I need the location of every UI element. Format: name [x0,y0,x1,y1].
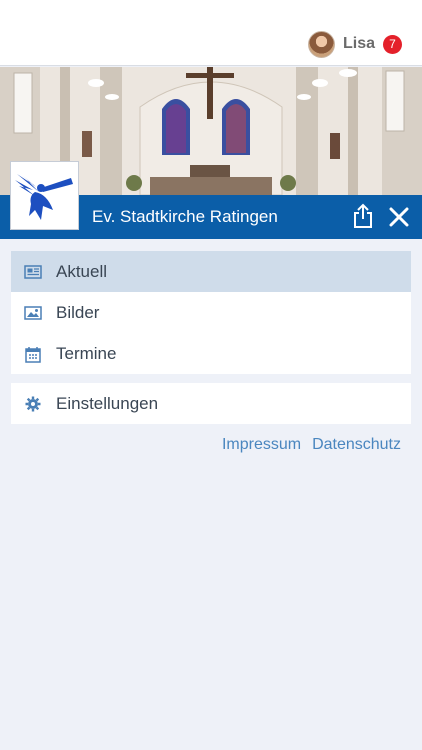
close-icon [389,207,409,227]
menu-item-termine[interactable]: Termine [11,333,411,374]
menu-item-aktuell[interactable]: Aktuell [11,251,411,292]
menu-item-label: Termine [56,343,117,363]
datenschutz-link[interactable]: Datenschutz [312,436,401,454]
newspaper-icon [24,263,42,281]
menu-item-bilder[interactable]: Bilder [11,292,411,333]
menu-item-label: Bilder [56,302,100,322]
calendar-icon [24,345,42,363]
gear-icon [24,395,42,413]
menu-item-label: Aktuell [56,261,108,281]
image-icon [24,304,42,322]
impressum-link[interactable]: Impressum [222,436,301,454]
page-title: Ev. Stadtkirche Ratingen [92,207,278,226]
menu-item-label: Einstellungen [56,393,159,413]
user-menu[interactable]: Lisa 7 [307,30,402,58]
top-bar: Lisa 7 [0,0,422,66]
menu-item-einstellungen[interactable]: Einstellungen [11,383,411,424]
settings-menu: Einstellungen [11,383,411,424]
share-button[interactable] [350,201,376,231]
church-logo [10,161,79,230]
user-name[interactable]: Lisa [343,35,375,53]
share-icon [354,203,372,228]
notification-badge[interactable]: 7 [383,34,402,54]
close-button[interactable] [386,203,412,231]
footer-links: Impressum Datenschutz [222,436,401,454]
main-menu: Aktuell Bilder Termine [11,251,411,374]
avatar[interactable] [307,30,335,58]
angel-trumpet-logo-icon [14,173,73,220]
